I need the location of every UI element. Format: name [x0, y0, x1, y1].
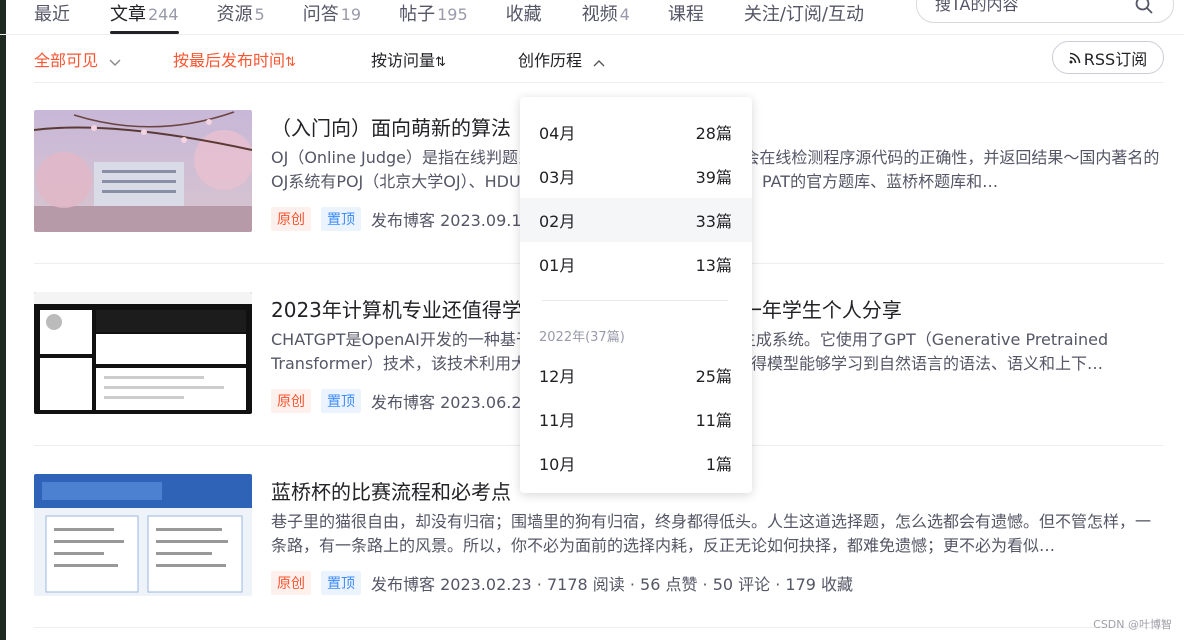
article-stats: 发布博客 2023.02.23 · 7178 阅读 · 56 点赞 · 50 评… [371, 575, 854, 594]
sort-icon: ⇅ [435, 55, 446, 70]
pinned-badge: 置顶 [321, 207, 361, 231]
history-month-item[interactable]: 01月 13篇 [520, 242, 752, 286]
history-month-item[interactable]: 02月 33篇 [520, 198, 752, 242]
history-month-item[interactable]: 11月 11篇 [520, 397, 752, 441]
article-thumbnail[interactable] [34, 292, 252, 414]
tab-qa[interactable]: 问答 19 [303, 0, 361, 26]
original-badge: 原创 [271, 571, 311, 595]
tab-courses[interactable]: 课程 [668, 0, 706, 26]
history-month-item[interactable]: 10月 1篇 [520, 441, 752, 485]
filter-divider [34, 82, 1164, 83]
creation-history-toggle[interactable]: 创作历程 [518, 47, 605, 71]
visibility-filter[interactable]: 全部可见 [34, 47, 121, 71]
year-divider [542, 300, 728, 301]
sort-by-time[interactable]: 按最后发布时间⇅ [173, 47, 296, 71]
tab-posts[interactable]: 帖子 195 [399, 0, 468, 26]
tabs-divider [0, 34, 1184, 35]
pinned-badge: 置顶 [321, 389, 361, 413]
tab-recent[interactable]: 最近 [34, 0, 72, 26]
chevron-down-icon [109, 52, 121, 71]
original-badge: 原创 [271, 207, 311, 231]
filter-bar: 全部可见 按最后发布时间⇅ 按访问量⇅ 创作历程 RSS订阅 [34, 41, 1174, 74]
left-edge-strip [0, 0, 6, 640]
rss-subscribe-button[interactable]: RSS订阅 [1052, 41, 1164, 74]
year-heading[interactable]: 2022年(37篇) [539, 326, 625, 345]
article-item[interactable]: 蓝桥杯的比赛流程和必考点 巷子里的猫很自由，却没有归宿；围墙里的狗有归宿，终身都… [34, 474, 1164, 640]
history-month-item[interactable]: 12月 25篇 [520, 353, 752, 397]
original-badge: 原创 [271, 389, 311, 413]
search-icon[interactable] [1135, 0, 1153, 18]
article-thumbnail[interactable] [34, 474, 252, 596]
article-meta: 原创 置顶 发布博客 2023.02.23 · 7178 阅读 · 56 点赞 … [271, 570, 853, 596]
search-box[interactable] [916, 0, 1174, 23]
watermark: CSDN @叶博智 [1093, 618, 1172, 631]
sort-by-views[interactable]: 按访问量⇅ [371, 47, 446, 71]
tab-articles[interactable]: 文章 244 [110, 0, 179, 34]
chevron-up-icon [593, 52, 605, 71]
article-divider [34, 627, 1164, 628]
article-title[interactable]: 蓝桥杯的比赛流程和必考点 [271, 476, 511, 505]
article-thumbnail[interactable] [34, 110, 252, 232]
rss-icon [1069, 52, 1081, 63]
pinned-badge: 置顶 [321, 571, 361, 595]
tab-videos[interactable]: 视频 4 [582, 0, 630, 26]
article-description: 巷子里的猫很自由，却没有归宿；围墙里的狗有归宿，终身都得低头。人生这道选择题，怎… [271, 512, 1152, 555]
history-month-item[interactable]: 03月 39篇 [520, 154, 752, 198]
sort-icon: ⇅ [285, 55, 296, 70]
history-month-item[interactable]: 04月 28篇 [520, 110, 752, 154]
search-input[interactable] [935, 0, 1115, 14]
article-title[interactable]: （入门向）面向萌新的算法 [271, 112, 511, 141]
creation-history-dropdown: 04月 28篇 03月 39篇 02月 33篇 01月 13篇 2022年(37篇) 1… [520, 97, 752, 493]
tab-favorites[interactable]: 收藏 [506, 0, 544, 26]
tab-follow[interactable]: 关注/订阅/互动 [744, 0, 866, 26]
tab-resources[interactable]: 资源 5 [217, 0, 265, 26]
